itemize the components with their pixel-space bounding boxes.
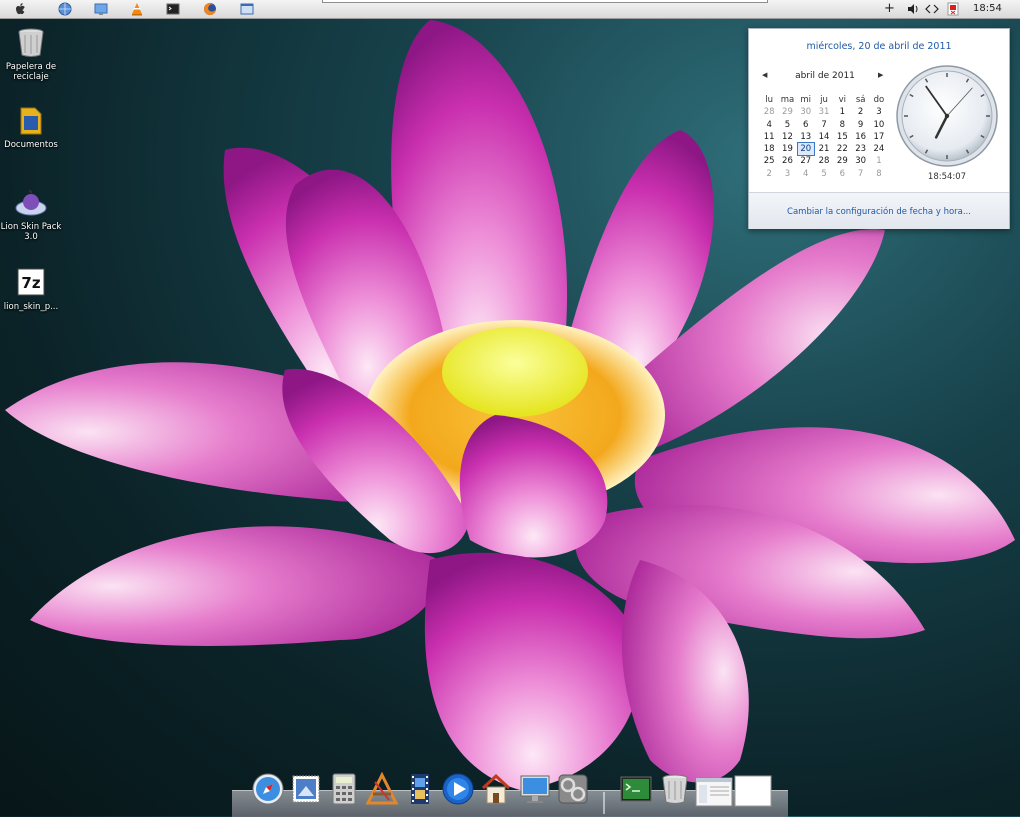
flag-icon[interactable] [946, 2, 960, 16]
calendar-next-month-button[interactable]: ▶ [878, 71, 883, 79]
firefox-icon[interactable] [203, 2, 217, 16]
calendar-day[interactable]: 3 [778, 168, 796, 180]
dock-separator [603, 792, 605, 814]
lion-disc-icon [15, 190, 47, 216]
7zip-archive-icon: 7z [17, 268, 45, 296]
calendar-month-label[interactable]: abril de 2011 [777, 71, 873, 81]
calendar-week-row: 2345678 [760, 161, 888, 179]
system-preferences-icon[interactable] [556, 772, 590, 806]
trash-can-icon [18, 28, 44, 57]
terminal-icon[interactable] [166, 2, 180, 16]
folder-icon [20, 107, 42, 135]
calendar-day[interactable]: 5 [815, 168, 833, 180]
long-date-link[interactable]: miércoles, 20 de abril de 2011 [749, 41, 1009, 52]
quicktime-play-icon[interactable] [441, 772, 475, 806]
vlc-cone-icon[interactable] [130, 2, 144, 16]
desktop-icon-lion-skin-pack[interactable]: Lion Skin Pack 3.0 [0, 186, 62, 242]
calendar-week-row: 28 29 30 31 1 2 3 [760, 99, 888, 117]
change-date-time-settings-link[interactable]: Cambiar la configuración de fecha y hora… [749, 207, 1009, 217]
apple-icon[interactable] [14, 2, 28, 16]
calculator-icon[interactable] [327, 772, 361, 806]
analog-clock [896, 65, 998, 167]
volume-icon[interactable] [906, 2, 920, 16]
network-arrows-icon[interactable] [925, 2, 939, 16]
desktop-icon-label: Lion Skin Pack 3.0 [0, 222, 62, 242]
blank-window-icon[interactable] [734, 774, 772, 808]
home-icon[interactable] [479, 772, 513, 806]
mail-stamp-icon[interactable] [289, 772, 323, 806]
desktop-icon-documents[interactable]: Documentos [0, 104, 62, 150]
finder-preview-icon[interactable] [695, 774, 733, 808]
calendar-day[interactable]: 7 [851, 168, 869, 180]
calendar-day[interactable]: 8 [870, 168, 888, 180]
calendar-day[interactable]: 4 [797, 168, 815, 180]
desktop-icon-label: lion_skin_p... [3, 302, 59, 312]
date-time-popup: miércoles, 20 de abril de 2011 ◀ abril d… [748, 28, 1010, 229]
terminal-green-icon[interactable] [619, 772, 653, 806]
desktop-icon-archive[interactable]: 7z lion_skin_p... [0, 266, 62, 312]
calendar-week-row: 11 12 13 14 15 16 17 [760, 124, 888, 142]
calendar-grid: lu ma mi ju vi sá do 28 29 30 31 1 2 3 4 5 6 7 8 9 10 11 12 13 1… [760, 87, 888, 179]
finder-window-icon[interactable] [240, 2, 254, 16]
desktop-icon-label: Documentos [4, 140, 58, 150]
safari-compass-icon[interactable] [251, 772, 285, 806]
display-monitor-icon[interactable] [518, 772, 552, 806]
film-strip-icon[interactable] [403, 772, 437, 806]
top-menu-bar: + 18:54 [0, 0, 1020, 19]
plus-icon[interactable]: + [884, 1, 895, 16]
date-time-footer: Cambiar la configuración de fecha y hora… [749, 192, 1009, 229]
calendar-day[interactable]: 2 [760, 168, 778, 180]
calendar-week-row: 4 5 6 7 8 9 10 [760, 112, 888, 130]
dock-trash-icon[interactable] [658, 772, 692, 806]
monitor-icon[interactable] [94, 2, 108, 16]
calendar-weekday-header: lu ma mi ju vi sá do [760, 87, 888, 105]
desktop-icon-label: Papelera de reciclaje [5, 62, 57, 82]
calendar-week-row: 18 19 20 21 22 23 24 [760, 136, 888, 157]
globe-icon[interactable] [58, 2, 72, 16]
svg-text:7z: 7z [21, 274, 40, 292]
app-store-icon[interactable] [365, 772, 399, 806]
digital-time: 18:54:07 [927, 172, 967, 182]
menubar-search-field[interactable] [322, 0, 768, 3]
calendar-prev-month-button[interactable]: ◀ [762, 71, 767, 79]
menubar-clock[interactable]: 18:54 [973, 3, 1002, 14]
desktop-icon-recycle-bin[interactable]: Papelera de reciclaje [0, 26, 62, 82]
calendar-week-row: 25 26 27 28 29 30 1 [760, 148, 888, 166]
calendar-day[interactable]: 6 [833, 168, 851, 180]
